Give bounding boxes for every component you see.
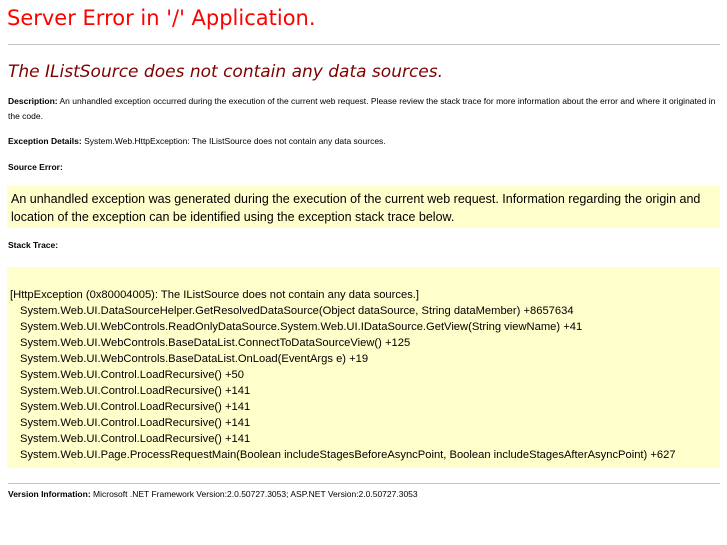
description-section: Description: An unhandled exception occu… xyxy=(8,94,720,124)
source-error-label: Source Error: xyxy=(8,162,63,172)
version-text: Microsoft .NET Framework Version:2.0.507… xyxy=(93,489,418,499)
stack-trace-line: [HttpException (0x80004005): The IListSo… xyxy=(10,289,420,301)
stack-trace-line: System.Web.UI.WebControls.BaseDataList.C… xyxy=(20,337,411,349)
stack-trace-line: System.Web.UI.Control.LoadRecursive() +5… xyxy=(20,369,244,381)
source-error-box: An unhandled exception was generated dur… xyxy=(7,186,720,228)
stack-trace-line: System.Web.UI.WebControls.BaseDataList.O… xyxy=(20,353,369,365)
stack-trace-line: System.Web.UI.DataSourceHelper.GetResolv… xyxy=(20,305,574,317)
page-title: Server Error in '/' Application. xyxy=(7,6,316,30)
error-page: Server Error in '/' Application. The ILi… xyxy=(0,0,727,545)
description-text: An unhandled exception occurred during t… xyxy=(8,96,716,121)
title-divider xyxy=(8,44,720,45)
exception-details-section: Exception Details: System.Web.HttpExcept… xyxy=(8,134,720,149)
stack-trace-box: [HttpException (0x80004005): The IListSo… xyxy=(7,267,720,468)
stack-trace-line: System.Web.UI.Control.LoadRecursive() +1… xyxy=(20,433,251,445)
stack-trace-line: System.Web.UI.Control.LoadRecursive() +1… xyxy=(20,417,251,429)
exception-details-text: System.Web.HttpException: The IListSourc… xyxy=(84,136,386,146)
exception-details-label: Exception Details: xyxy=(8,136,82,146)
stack-trace-line: System.Web.UI.WebControls.ReadOnlyDataSo… xyxy=(20,321,583,333)
source-error-text: An unhandled exception was generated dur… xyxy=(11,192,701,224)
version-information: Version Information: Microsoft .NET Fram… xyxy=(8,487,418,502)
error-message-heading: The IListSource does not contain any dat… xyxy=(8,62,444,82)
stack-trace-line: System.Web.UI.Control.LoadRecursive() +1… xyxy=(20,401,251,413)
footer-divider xyxy=(8,483,720,484)
version-label: Version Information: xyxy=(8,489,91,499)
stack-trace-label: Stack Trace: xyxy=(8,240,59,250)
description-label: Description: xyxy=(8,96,58,106)
stack-trace-line: System.Web.UI.Page.ProcessRequestMain(Bo… xyxy=(20,449,676,461)
stack-trace-line: System.Web.UI.Control.LoadRecursive() +1… xyxy=(20,385,251,397)
